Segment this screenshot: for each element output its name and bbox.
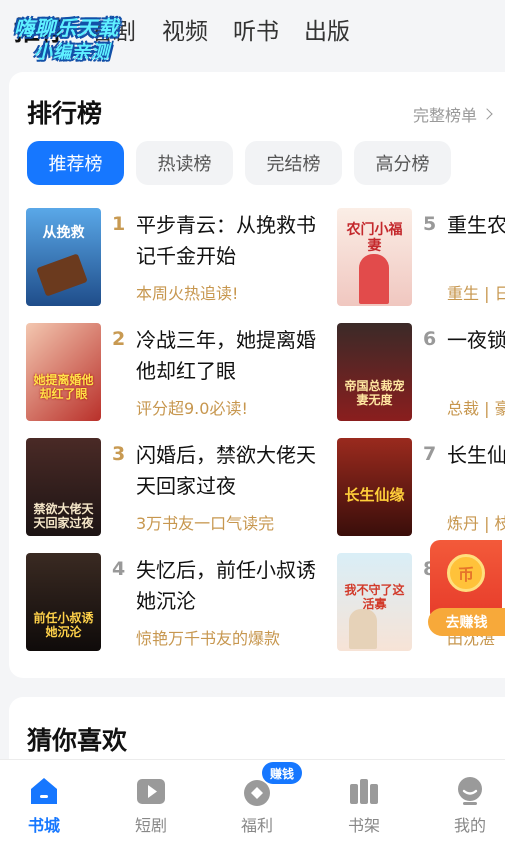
tabbar-bookstore[interactable]: 书城 <box>3 760 83 845</box>
book-title: 长生仙道兄妻 <box>447 443 505 467</box>
book-tag: 评分超9.0必读! <box>136 399 248 418</box>
tab-audiobook[interactable]: 听书 <box>233 14 279 50</box>
book-item[interactable]: 农门小福妻 5 重生农 重生 | 日 <box>337 208 505 308</box>
figure-art <box>359 254 389 304</box>
book-cover: 农门小福妻 <box>337 208 412 306</box>
figure-art <box>349 609 377 649</box>
book-item[interactable]: 帝国总裁宠妻无度 6 一夜锁裁宠妻 总裁 | 豪 <box>337 323 505 423</box>
book-cover: 帝国总裁宠妻无度 <box>337 323 412 421</box>
book-item[interactable]: 她提离婚他却红了眼 2 冷战三年，她提离婚他却红了眼 评分超9.0必读! <box>26 323 326 423</box>
tab-publish[interactable]: 出版 <box>304 14 350 50</box>
pill-hot[interactable]: 热读榜 <box>136 141 233 185</box>
tabbar-shortdrama[interactable]: 短剧 <box>110 760 190 845</box>
book-tag: 3万书友一口气读完 <box>136 514 275 533</box>
bottom-tabbar: 书城 短剧 福利 书架 我的 <box>0 759 505 845</box>
rank-number: 2 <box>112 328 126 350</box>
cover-title: 我不守了这活寡 <box>344 583 405 611</box>
book-title: 平步青云：从挽救书记千金开始 <box>136 213 316 268</box>
tab-recommend[interactable]: 推荐 <box>14 14 66 50</box>
tabbar-bookshelf[interactable]: 书架 <box>323 760 403 845</box>
rank-number: 5 <box>423 213 437 235</box>
rank-number: 3 <box>112 443 126 465</box>
pill-finished[interactable]: 完结榜 <box>245 141 342 185</box>
chevron-right-icon <box>481 108 493 120</box>
book-title: 冷战三年，她提离婚他却红了眼 <box>136 328 316 383</box>
rank-number: 6 <box>423 328 437 350</box>
book-title: 失忆后，前任小叔诱她沉沦 <box>136 558 316 613</box>
top-nav: 推荐 看剧 视频 听书 出版 嗨聊乐天载 小编亲测 <box>0 0 505 66</box>
book-cover: 前任小叔诱她沉沦 <box>26 553 101 651</box>
rank-number: 4 <box>112 558 126 580</box>
cover-title: 她提离婚他却红了眼 <box>33 373 94 401</box>
coin-icon: 币 <box>447 554 485 592</box>
book-tag: 炼丹 | 枝 <box>447 514 505 533</box>
tab-video[interactable]: 视频 <box>162 14 208 50</box>
book-title: 重生农 <box>447 213 505 237</box>
full-list-link[interactable]: 完整榜单 <box>412 102 493 126</box>
book-cover: 我不守了这活寡 <box>337 553 412 651</box>
earn-button[interactable]: 去赚钱 <box>428 608 505 636</box>
tab-label: 短剧 <box>134 816 167 835</box>
cover-title: 长生仙缘 <box>344 486 405 504</box>
book-cover: 从挽救 <box>26 208 101 306</box>
book-cover: 禁欲大佬天天回家过夜 <box>26 438 101 536</box>
tab-drama[interactable]: 看剧 <box>90 14 136 50</box>
cover-title: 帝国总裁宠妻无度 <box>344 379 405 407</box>
book-title: 闪婚后，禁欲大佬天天回家过夜 <box>136 443 316 498</box>
gavel-art <box>36 253 88 297</box>
book-item[interactable]: 禁欲大佬天天回家过夜 3 闪婚后，禁欲大佬天天回家过夜 3万书友一口气读完 <box>26 438 326 538</box>
book-cover: 长生仙缘 <box>337 438 412 536</box>
earn-money-widget[interactable]: 币 去赚钱 <box>428 540 505 640</box>
pill-highscore[interactable]: 高分榜 <box>354 141 451 185</box>
ranking-title: 排行榜 <box>27 99 103 128</box>
book-item[interactable]: 从挽救 1 平步青云：从挽救书记千金开始 本周火热追读! <box>26 208 326 308</box>
earn-badge: 赚钱 <box>262 762 302 784</box>
play-icon <box>137 779 165 804</box>
cover-title: 农门小福妻 <box>346 222 403 254</box>
tab-label: 书城 <box>27 816 60 835</box>
rank-number: 1 <box>112 213 126 235</box>
bookshelf-icon <box>350 779 378 804</box>
book-tag: 总裁 | 豪 <box>447 399 505 418</box>
book-cover: 她提离婚他却红了眼 <box>26 323 101 421</box>
book-item[interactable]: 长生仙缘 7 长生仙道兄妻 炼丹 | 枝 <box>337 438 505 538</box>
book-item[interactable]: 前任小叔诱她沉沦 4 失忆后，前任小叔诱她沉沦 惊艳万千书友的爆款 <box>26 553 326 653</box>
tab-label: 我的 <box>453 816 486 835</box>
full-list-label: 完整榜单 <box>412 106 477 125</box>
book-tag: 重生 | 日 <box>447 284 505 303</box>
cover-title: 从挽救 <box>42 225 85 241</box>
pill-recommend[interactable]: 推荐榜 <box>27 141 124 185</box>
user-icon <box>458 777 482 805</box>
guess-title: 猜你喜欢 <box>27 726 128 755</box>
guess-card: 猜你喜欢 <box>9 697 505 767</box>
tab-label: 书架 <box>347 816 380 835</box>
book-tag: 本周火热追读! <box>136 284 239 303</box>
book-title: 一夜锁裁宠妻 <box>447 328 505 352</box>
book-tag: 惊艳万千书友的爆款 <box>136 629 281 648</box>
tab-label: 福利 <box>240 816 273 835</box>
cover-title: 前任小叔诱她沉沦 <box>33 611 94 639</box>
cover-title: 禁欲大佬天天回家过夜 <box>33 502 94 530</box>
home-icon <box>31 778 57 804</box>
tabbar-mine[interactable]: 我的 <box>429 760 505 845</box>
rank-number: 7 <box>423 443 437 465</box>
